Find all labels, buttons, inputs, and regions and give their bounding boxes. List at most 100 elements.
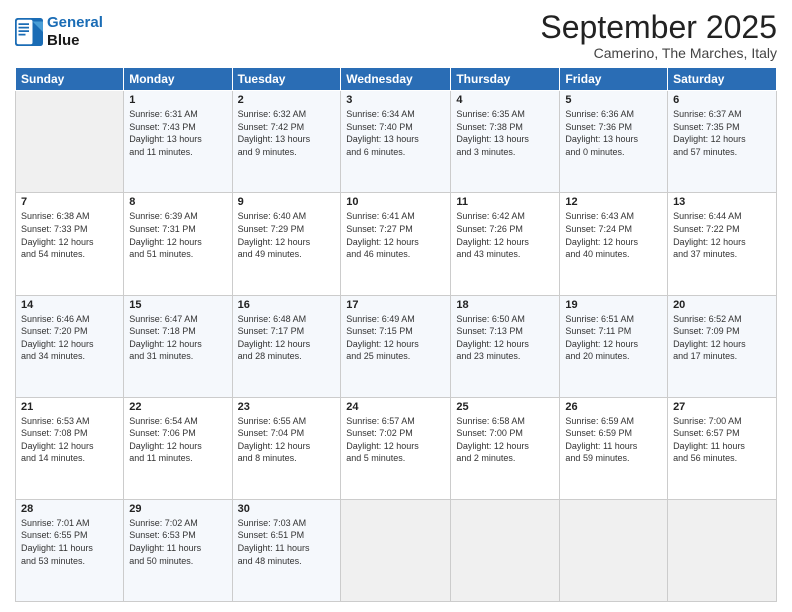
cell-info: Sunrise: 6:41 AM Sunset: 7:27 PM Dayligh… [346, 210, 445, 260]
week-row-2: 14 Sunrise: 6:46 AM Sunset: 7:20 PM Dayli… [16, 295, 777, 397]
calendar-cell [16, 91, 124, 193]
cell-info: Sunrise: 6:59 AM Sunset: 6:59 PM Dayligh… [565, 415, 662, 465]
cell-info: Sunrise: 6:49 AM Sunset: 7:15 PM Dayligh… [346, 313, 445, 363]
cell-info: Sunrise: 6:43 AM Sunset: 7:24 PM Dayligh… [565, 210, 662, 260]
title-block: September 2025 Camerino, The Marches, It… [540, 10, 777, 61]
header: General Blue September 2025 Camerino, Th… [15, 10, 777, 61]
cell-info: Sunrise: 6:42 AM Sunset: 7:26 PM Dayligh… [456, 210, 554, 260]
calendar-cell: 9 Sunrise: 6:40 AM Sunset: 7:29 PM Daylig… [232, 193, 341, 295]
calendar-cell: 11 Sunrise: 6:42 AM Sunset: 7:26 PM Dayli… [451, 193, 560, 295]
cell-info: Sunrise: 6:50 AM Sunset: 7:13 PM Dayligh… [456, 313, 554, 363]
calendar-table: SundayMondayTuesdayWednesdayThursdayFrid… [15, 67, 777, 602]
calendar-cell: 8 Sunrise: 6:39 AM Sunset: 7:31 PM Daylig… [124, 193, 232, 295]
day-number: 27 [673, 401, 771, 413]
calendar-cell: 22 Sunrise: 6:54 AM Sunset: 7:06 PM Dayli… [124, 397, 232, 499]
day-number: 16 [238, 299, 336, 311]
weekday-header-saturday: Saturday [668, 68, 777, 91]
day-number: 12 [565, 196, 662, 208]
week-row-0: 1Sunrise: 6:31 AM Sunset: 7:43 PM Daylig… [16, 91, 777, 193]
cell-info: Sunrise: 6:57 AM Sunset: 7:02 PM Dayligh… [346, 415, 445, 465]
day-number: 6 [673, 94, 771, 106]
weekday-header-monday: Monday [124, 68, 232, 91]
calendar-cell: 21 Sunrise: 6:53 AM Sunset: 7:08 PM Dayli… [16, 397, 124, 499]
weekday-header-sunday: Sunday [16, 68, 124, 91]
day-number: 19 [565, 299, 662, 311]
logo-line1: General [47, 14, 103, 31]
week-row-4: 28 Sunrise: 7:01 AM Sunset: 6:55 PM Dayli… [16, 499, 777, 601]
day-number: 18 [456, 299, 554, 311]
calendar-cell: 7 Sunrise: 6:38 AM Sunset: 7:33 PM Daylig… [16, 193, 124, 295]
cell-info: Sunrise: 6:31 AM Sunset: 7:43 PM Dayligh… [129, 108, 226, 158]
day-number: 4 [456, 94, 554, 106]
cell-info: Sunrise: 6:34 AM Sunset: 7:40 PM Dayligh… [346, 108, 445, 158]
calendar-cell: 24 Sunrise: 6:57 AM Sunset: 7:02 PM Dayli… [341, 397, 451, 499]
calendar-cell: 4 Sunrise: 6:35 AM Sunset: 7:38 PM Daylig… [451, 91, 560, 193]
calendar-cell [451, 499, 560, 601]
day-number: 3 [346, 94, 445, 106]
day-number: 5 [565, 94, 662, 106]
page: General Blue September 2025 Camerino, Th… [0, 0, 792, 612]
calendar-cell: 15Sunrise: 6:47 AM Sunset: 7:18 PM Dayli… [124, 295, 232, 397]
day-number: 20 [673, 299, 771, 311]
day-number: 14 [21, 299, 118, 311]
calendar-cell: 5 Sunrise: 6:36 AM Sunset: 7:36 PM Daylig… [560, 91, 668, 193]
cell-info: Sunrise: 6:48 AM Sunset: 7:17 PM Dayligh… [238, 313, 336, 363]
calendar-cell: 13Sunrise: 6:44 AM Sunset: 7:22 PM Dayli… [668, 193, 777, 295]
calendar-cell [341, 499, 451, 601]
location: Camerino, The Marches, Italy [540, 45, 777, 61]
cell-info: Sunrise: 6:52 AM Sunset: 7:09 PM Dayligh… [673, 313, 771, 363]
calendar-cell: 26 Sunrise: 6:59 AM Sunset: 6:59 PM Dayli… [560, 397, 668, 499]
day-number: 13 [673, 196, 771, 208]
logo-icon [15, 18, 43, 46]
day-number: 7 [21, 196, 118, 208]
day-number: 30 [238, 503, 336, 515]
month-title: September 2025 [540, 10, 777, 45]
cell-info: Sunrise: 6:40 AM Sunset: 7:29 PM Dayligh… [238, 210, 336, 260]
day-number: 29 [129, 503, 226, 515]
calendar-cell: 1Sunrise: 6:31 AM Sunset: 7:43 PM Daylig… [124, 91, 232, 193]
calendar-cell [560, 499, 668, 601]
calendar-cell: 14 Sunrise: 6:46 AM Sunset: 7:20 PM Dayli… [16, 295, 124, 397]
cell-info: Sunrise: 6:36 AM Sunset: 7:36 PM Dayligh… [565, 108, 662, 158]
calendar-cell: 25 Sunrise: 6:58 AM Sunset: 7:00 PM Dayli… [451, 397, 560, 499]
cell-info: Sunrise: 6:53 AM Sunset: 7:08 PM Dayligh… [21, 415, 118, 465]
calendar-cell: 18 Sunrise: 6:50 AM Sunset: 7:13 PM Dayli… [451, 295, 560, 397]
day-number: 8 [129, 196, 226, 208]
cell-info: Sunrise: 7:03 AM Sunset: 6:51 PM Dayligh… [238, 517, 336, 567]
logo-text: General Blue [47, 14, 103, 50]
calendar-cell: 10 Sunrise: 6:41 AM Sunset: 7:27 PM Dayli… [341, 193, 451, 295]
cell-info: Sunrise: 6:46 AM Sunset: 7:20 PM Dayligh… [21, 313, 118, 363]
day-number: 21 [21, 401, 118, 413]
day-number: 11 [456, 196, 554, 208]
logo: General Blue [15, 14, 103, 50]
calendar-cell: 16 Sunrise: 6:48 AM Sunset: 7:17 PM Dayli… [232, 295, 341, 397]
cell-info: Sunrise: 6:58 AM Sunset: 7:00 PM Dayligh… [456, 415, 554, 465]
calendar-cell: 29Sunrise: 7:02 AM Sunset: 6:53 PM Dayli… [124, 499, 232, 601]
day-number: 26 [565, 401, 662, 413]
day-number: 24 [346, 401, 445, 413]
cell-info: Sunrise: 7:01 AM Sunset: 6:55 PM Dayligh… [21, 517, 118, 567]
calendar-cell [668, 499, 777, 601]
cell-info: Sunrise: 6:54 AM Sunset: 7:06 PM Dayligh… [129, 415, 226, 465]
day-number: 9 [238, 196, 336, 208]
calendar-cell: 19Sunrise: 6:51 AM Sunset: 7:11 PM Dayli… [560, 295, 668, 397]
calendar-cell: 12 Sunrise: 6:43 AM Sunset: 7:24 PM Dayli… [560, 193, 668, 295]
day-number: 10 [346, 196, 445, 208]
cell-info: Sunrise: 6:35 AM Sunset: 7:38 PM Dayligh… [456, 108, 554, 158]
calendar-cell: 6 Sunrise: 6:37 AM Sunset: 7:35 PM Daylig… [668, 91, 777, 193]
cell-info: Sunrise: 6:38 AM Sunset: 7:33 PM Dayligh… [21, 210, 118, 260]
cell-info: Sunrise: 7:00 AM Sunset: 6:57 PM Dayligh… [673, 415, 771, 465]
calendar-cell: 3 Sunrise: 6:34 AM Sunset: 7:40 PM Daylig… [341, 91, 451, 193]
week-row-1: 7 Sunrise: 6:38 AM Sunset: 7:33 PM Daylig… [16, 193, 777, 295]
calendar-cell: 27 Sunrise: 7:00 AM Sunset: 6:57 PM Dayli… [668, 397, 777, 499]
day-number: 25 [456, 401, 554, 413]
day-number: 28 [21, 503, 118, 515]
calendar-cell: 20 Sunrise: 6:52 AM Sunset: 7:09 PM Dayli… [668, 295, 777, 397]
weekday-header-row: SundayMondayTuesdayWednesdayThursdayFrid… [16, 68, 777, 91]
cell-info: Sunrise: 6:37 AM Sunset: 7:35 PM Dayligh… [673, 108, 771, 158]
cell-info: Sunrise: 6:32 AM Sunset: 7:42 PM Dayligh… [238, 108, 336, 158]
weekday-header-thursday: Thursday [451, 68, 560, 91]
day-number: 22 [129, 401, 226, 413]
cell-info: Sunrise: 6:39 AM Sunset: 7:31 PM Dayligh… [129, 210, 226, 260]
weekday-header-wednesday: Wednesday [341, 68, 451, 91]
